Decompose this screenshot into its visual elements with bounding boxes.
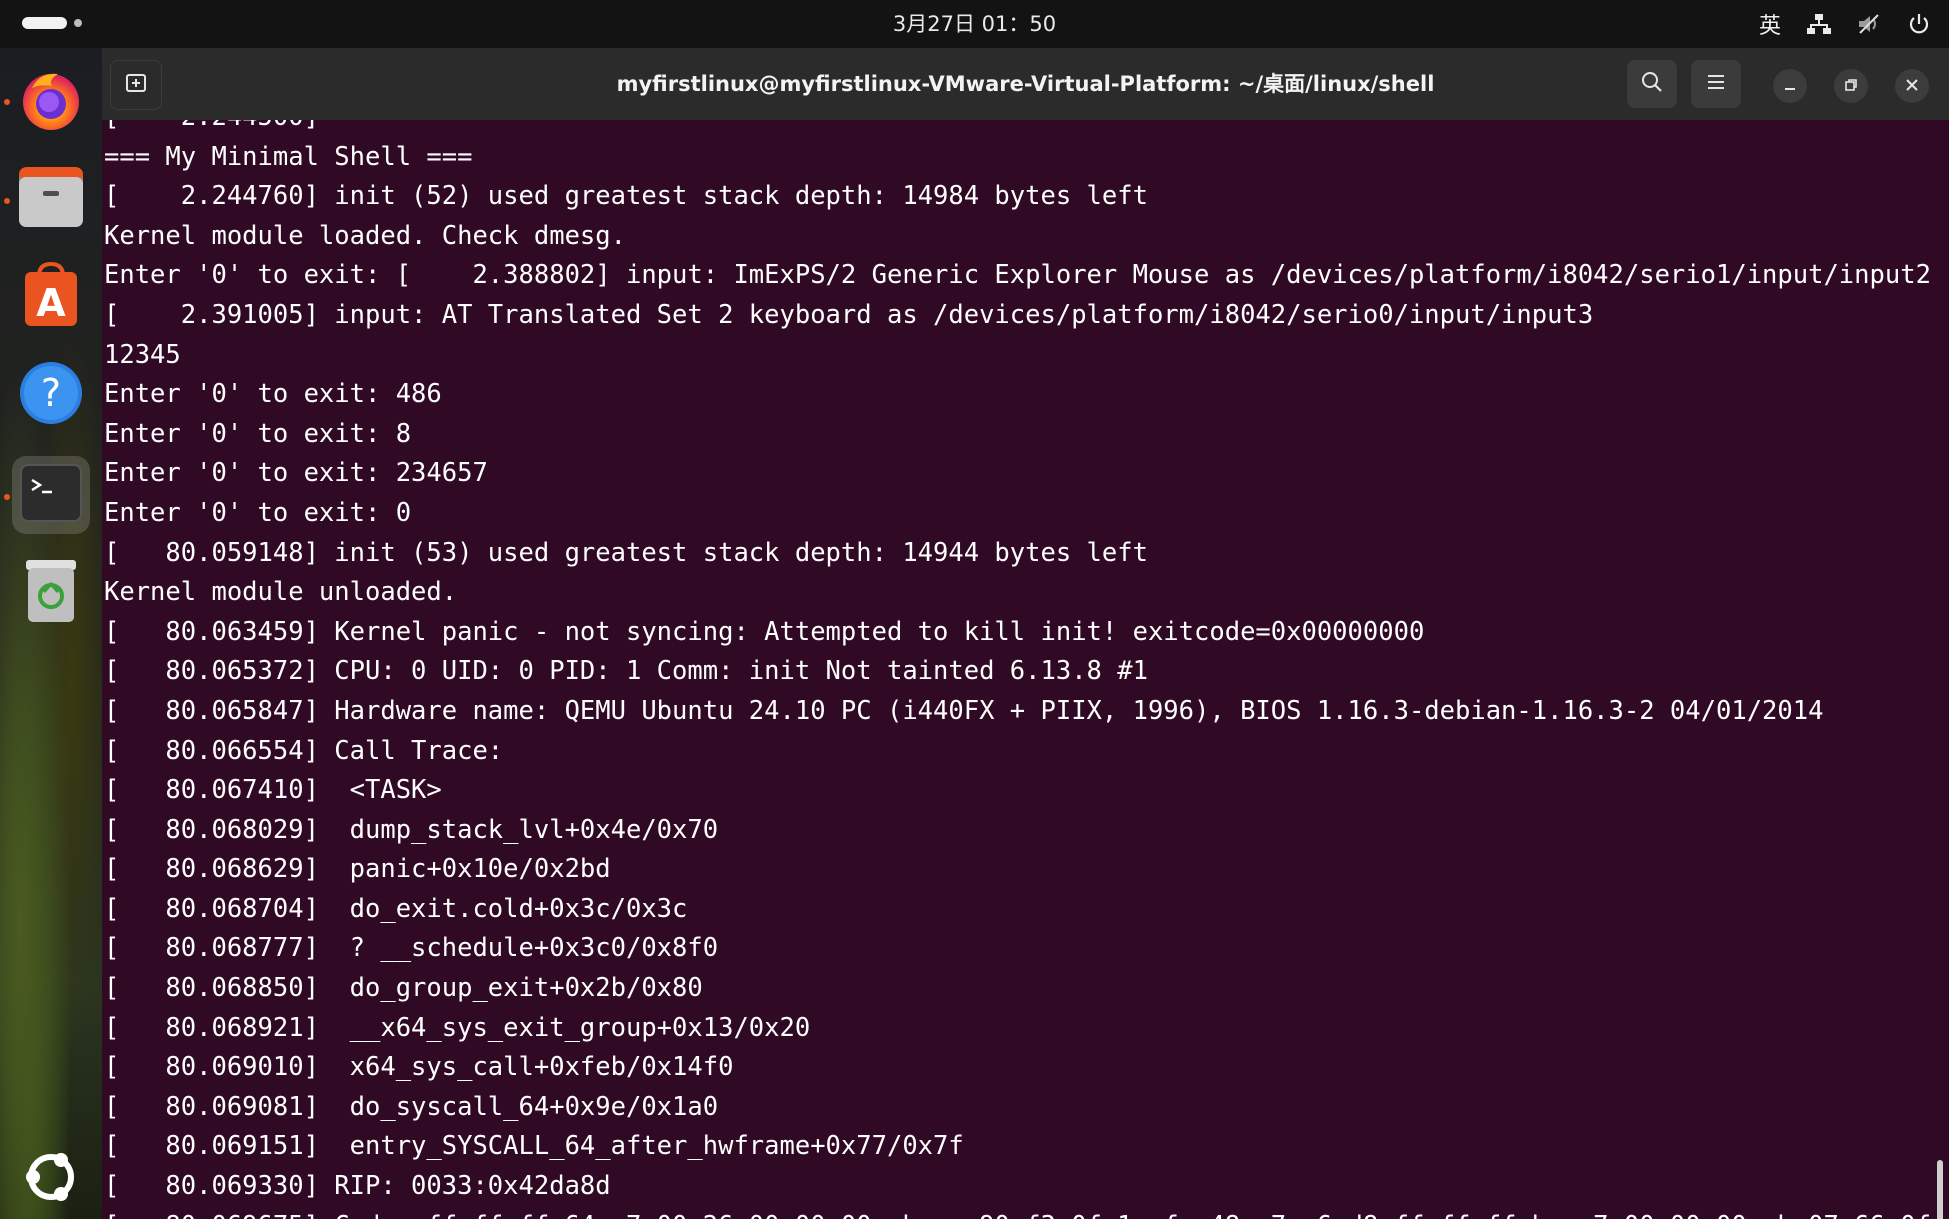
trash-icon: [22, 558, 80, 628]
firefox-icon: [18, 66, 84, 136]
help-icon: ?: [18, 360, 84, 430]
terminal-icon: [20, 464, 82, 526]
system-tray[interactable]: 英: [1759, 0, 1931, 48]
input-method-indicator[interactable]: 英: [1759, 8, 1781, 40]
maximize-button[interactable]: [1834, 69, 1868, 103]
folder-icon: [17, 165, 85, 233]
terminal-line: Kernel module unloaded.: [104, 577, 458, 608]
dock-item-terminal[interactable]: [12, 456, 90, 534]
terminal-lines: [ 2.244500] ---- === My Minimal Shell ===…: [104, 120, 1949, 1219]
running-indicator: [4, 198, 10, 204]
dock-item-show-apps[interactable]: [12, 1140, 90, 1218]
clock-container: 3月27日 01：50: [0, 0, 1949, 48]
restore-icon: [1844, 77, 1858, 96]
close-icon: [1905, 77, 1919, 96]
clock[interactable]: 3月27日 01：50: [893, 12, 1056, 36]
dock-item-trash[interactable]: [12, 554, 90, 632]
terminal-line: [ 2.244760] init (52) used greatest stac…: [104, 181, 1148, 212]
terminal-line: [ 80.067410] <TASK>: [104, 775, 442, 806]
terminal-line: [ 80.066554] Call Trace:: [104, 735, 504, 766]
app-center-icon: A: [21, 261, 81, 332]
terminal-output[interactable]: [ 2.244500] ---- === My Minimal Shell ===…: [102, 120, 1949, 1219]
terminal-line: 12345: [104, 339, 181, 370]
terminal-window: myfirstlinux@myfirstlinux-VMware-Virtual…: [102, 48, 1949, 1219]
running-indicator: [4, 99, 10, 105]
svg-text:?: ?: [41, 371, 61, 415]
terminal-line: Enter '0' to exit: 486: [104, 379, 442, 410]
terminal-line: [ 80.068850] do_group_exit+0x2b/0x80: [104, 973, 703, 1004]
terminal-line: [ 80.068921] __x64_sys_exit_group+0x13/0…: [104, 1012, 811, 1043]
volume-muted-icon[interactable]: [1857, 13, 1881, 35]
terminal-line: [ 80.069081] do_syscall_64+0x9e/0x1a0: [104, 1091, 719, 1122]
terminal-line: [ 80.068629] panic+0x10e/0x2bd: [104, 854, 611, 885]
terminal-line: [ 80.063459] Kernel panic - not syncing:…: [104, 616, 1425, 647]
search-button[interactable]: [1627, 60, 1677, 108]
dock-item-app-center[interactable]: A: [12, 258, 90, 336]
ubuntu-logo-icon: [21, 1147, 81, 1211]
terminal-line: [ 2.391005] input: AT Translated Set 2 k…: [104, 299, 1594, 330]
window-headerbar[interactable]: myfirstlinux@myfirstlinux-VMware-Virtual…: [102, 48, 1949, 121]
close-button[interactable]: [1895, 69, 1929, 103]
terminal-line: [ 2.244500] ----: [104, 120, 1949, 138]
svg-text:A: A: [36, 281, 66, 325]
minimize-icon: [1783, 77, 1797, 96]
terminal-line: [ 80.068029] dump_stack_lvl+0x4e/0x70: [104, 814, 719, 845]
terminal-line: [ 80.069151] entry_SYSCALL_64_after_hwfr…: [104, 1131, 964, 1162]
dock-item-help[interactable]: ?: [12, 356, 90, 434]
running-indicator: [4, 494, 10, 500]
dock-item-firefox[interactable]: [12, 62, 90, 140]
new-tab-button[interactable]: [110, 60, 162, 110]
minimize-button[interactable]: [1773, 69, 1807, 103]
terminal-line: [ 80.069010] x64_sys_call+0xfeb/0x14f0: [104, 1052, 734, 1083]
terminal-line: Enter '0' to exit: 8: [104, 418, 412, 449]
dock: A ?: [0, 48, 102, 1219]
terminal-line: === My Minimal Shell ===: [104, 141, 473, 172]
top-bar: 3月27日 01：50 英: [0, 0, 1949, 48]
dock-item-files[interactable]: [12, 160, 90, 238]
menu-button[interactable]: [1691, 60, 1741, 108]
power-icon[interactable]: [1907, 12, 1931, 36]
network-icon[interactable]: [1807, 13, 1831, 35]
terminal-line: [ 80.065372] CPU: 0 UID: 0 PID: 1 Comm: …: [104, 656, 1148, 687]
terminal-line: [ 80.065847] Hardware name: QEMU Ubuntu …: [104, 695, 1824, 726]
terminal-line: [ 80.059148] init (53) used greatest sta…: [104, 537, 1148, 568]
terminal-line: Enter '0' to exit: [ 2.388802] input: Im…: [104, 260, 1931, 291]
hamburger-menu-icon: [1706, 73, 1726, 95]
terminal-line: Kernel module loaded. Check dmesg.: [104, 220, 626, 251]
terminal-line: [ 80.068777] ? __schedule+0x3c0/0x8f0: [104, 933, 719, 964]
terminal-line: Enter '0' to exit: 0: [104, 497, 412, 528]
terminal-line: Enter '0' to exit: 234657: [104, 458, 488, 489]
terminal-line: [ 80.068704] do_exit.cold+0x3c/0x3c: [104, 893, 688, 924]
search-icon: [1641, 71, 1663, 97]
new-tab-icon: [125, 72, 147, 98]
terminal-line: [ 80.069330] RIP: 0033:0x42da8d: [104, 1171, 611, 1202]
terminal-scrollbar[interactable]: [1937, 1160, 1943, 1219]
terminal-line: [ 80.069675] Code: ff ff ff 64 c7 00 26 …: [104, 1207, 1949, 1219]
